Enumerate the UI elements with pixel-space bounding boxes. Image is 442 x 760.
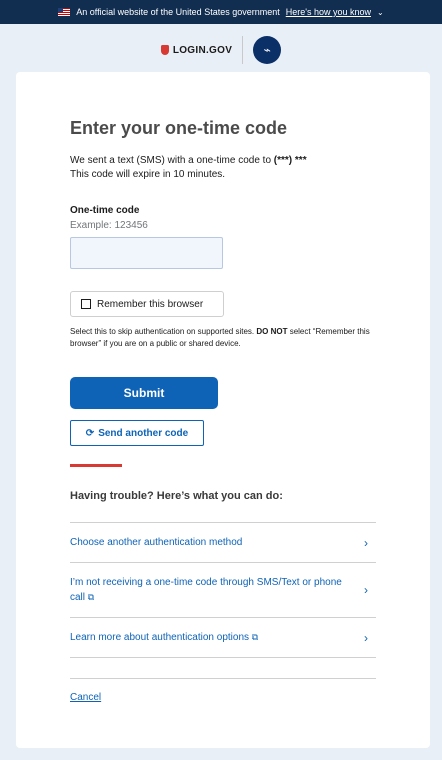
section-accent-rule	[70, 464, 122, 467]
site-header: LOGIN.GOV ⌁	[0, 30, 442, 70]
bottom-divider	[70, 678, 376, 679]
external-link-icon: ⧉	[87, 591, 95, 602]
login-gov-logo[interactable]: LOGIN.GOV	[160, 44, 233, 56]
shield-icon	[160, 45, 169, 55]
masked-phone-number: (***) ***	[273, 155, 307, 166]
remember-help-bold: DO NOT	[256, 327, 288, 336]
refresh-icon: ⟳	[85, 427, 95, 439]
chevron-down-icon[interactable]: ⌄	[377, 8, 384, 17]
submit-button[interactable]: Submit	[70, 377, 218, 409]
chevron-right-icon: ›	[364, 583, 368, 597]
main-card: Enter your one-time code We sent a text …	[16, 72, 430, 748]
trouble-title: Having trouble? Here’s what you can do:	[70, 490, 283, 502]
chevron-right-icon: ›	[364, 630, 368, 645]
heres-how-you-know-link[interactable]: Here's how you know	[286, 7, 371, 17]
submit-label: Submit	[123, 386, 165, 400]
code-description: We sent a text (SMS) with a one-time cod…	[70, 154, 380, 182]
remember-browser-checkbox[interactable]: Remember this browser	[70, 291, 224, 317]
remember-help-text: Select this to skip authentication on su…	[70, 326, 370, 350]
desc-line2: This code will expire in 10 minutes.	[70, 169, 226, 180]
option-choose-another-method[interactable]: Choose another authentication method ›	[70, 523, 376, 563]
option-text-main: Learn more about authentication options	[70, 632, 250, 643]
option-text: Choose another authentication method	[70, 536, 243, 548]
send-another-label: Send another code	[98, 427, 189, 439]
option-text-main: I’m not receiving a one-time code throug…	[70, 576, 342, 603]
otp-hint: Example: 123456	[70, 220, 148, 231]
remember-label: Remember this browser	[97, 298, 204, 310]
option-text: Learn more about authentication options …	[70, 630, 274, 645]
external-link-icon: ⧉	[251, 632, 259, 642]
government-banner: An official website of the United States…	[0, 0, 442, 24]
dot-logo-icon: ⌁	[253, 36, 282, 64]
checkbox-icon[interactable]	[81, 299, 91, 309]
header-divider	[242, 36, 244, 64]
gov-banner-text: An official website of the United States…	[76, 7, 280, 17]
brand-name: LOGIN.GOV	[172, 44, 233, 56]
option-learn-more[interactable]: Learn more about authentication options …	[70, 618, 376, 658]
cancel-link[interactable]: Cancel	[70, 692, 101, 703]
send-another-code-button[interactable]: ⟳ Send another code	[70, 420, 204, 446]
desc-line1: We sent a text (SMS) with a one-time cod…	[70, 155, 272, 166]
one-time-code-input[interactable]	[70, 237, 223, 269]
remember-help-part1: Select this to skip authentication on su…	[70, 327, 255, 336]
us-flag-icon	[58, 8, 71, 16]
option-not-receiving-code[interactable]: I’m not receiving a one-time code throug…	[70, 563, 376, 618]
chevron-right-icon: ›	[364, 535, 368, 550]
trouble-options-list: Choose another authentication method › I…	[70, 522, 376, 658]
page-title: Enter your one-time code	[70, 118, 288, 138]
otp-label: One-time code	[70, 205, 140, 216]
option-text: I’m not receiving a one-time code throug…	[70, 576, 364, 605]
